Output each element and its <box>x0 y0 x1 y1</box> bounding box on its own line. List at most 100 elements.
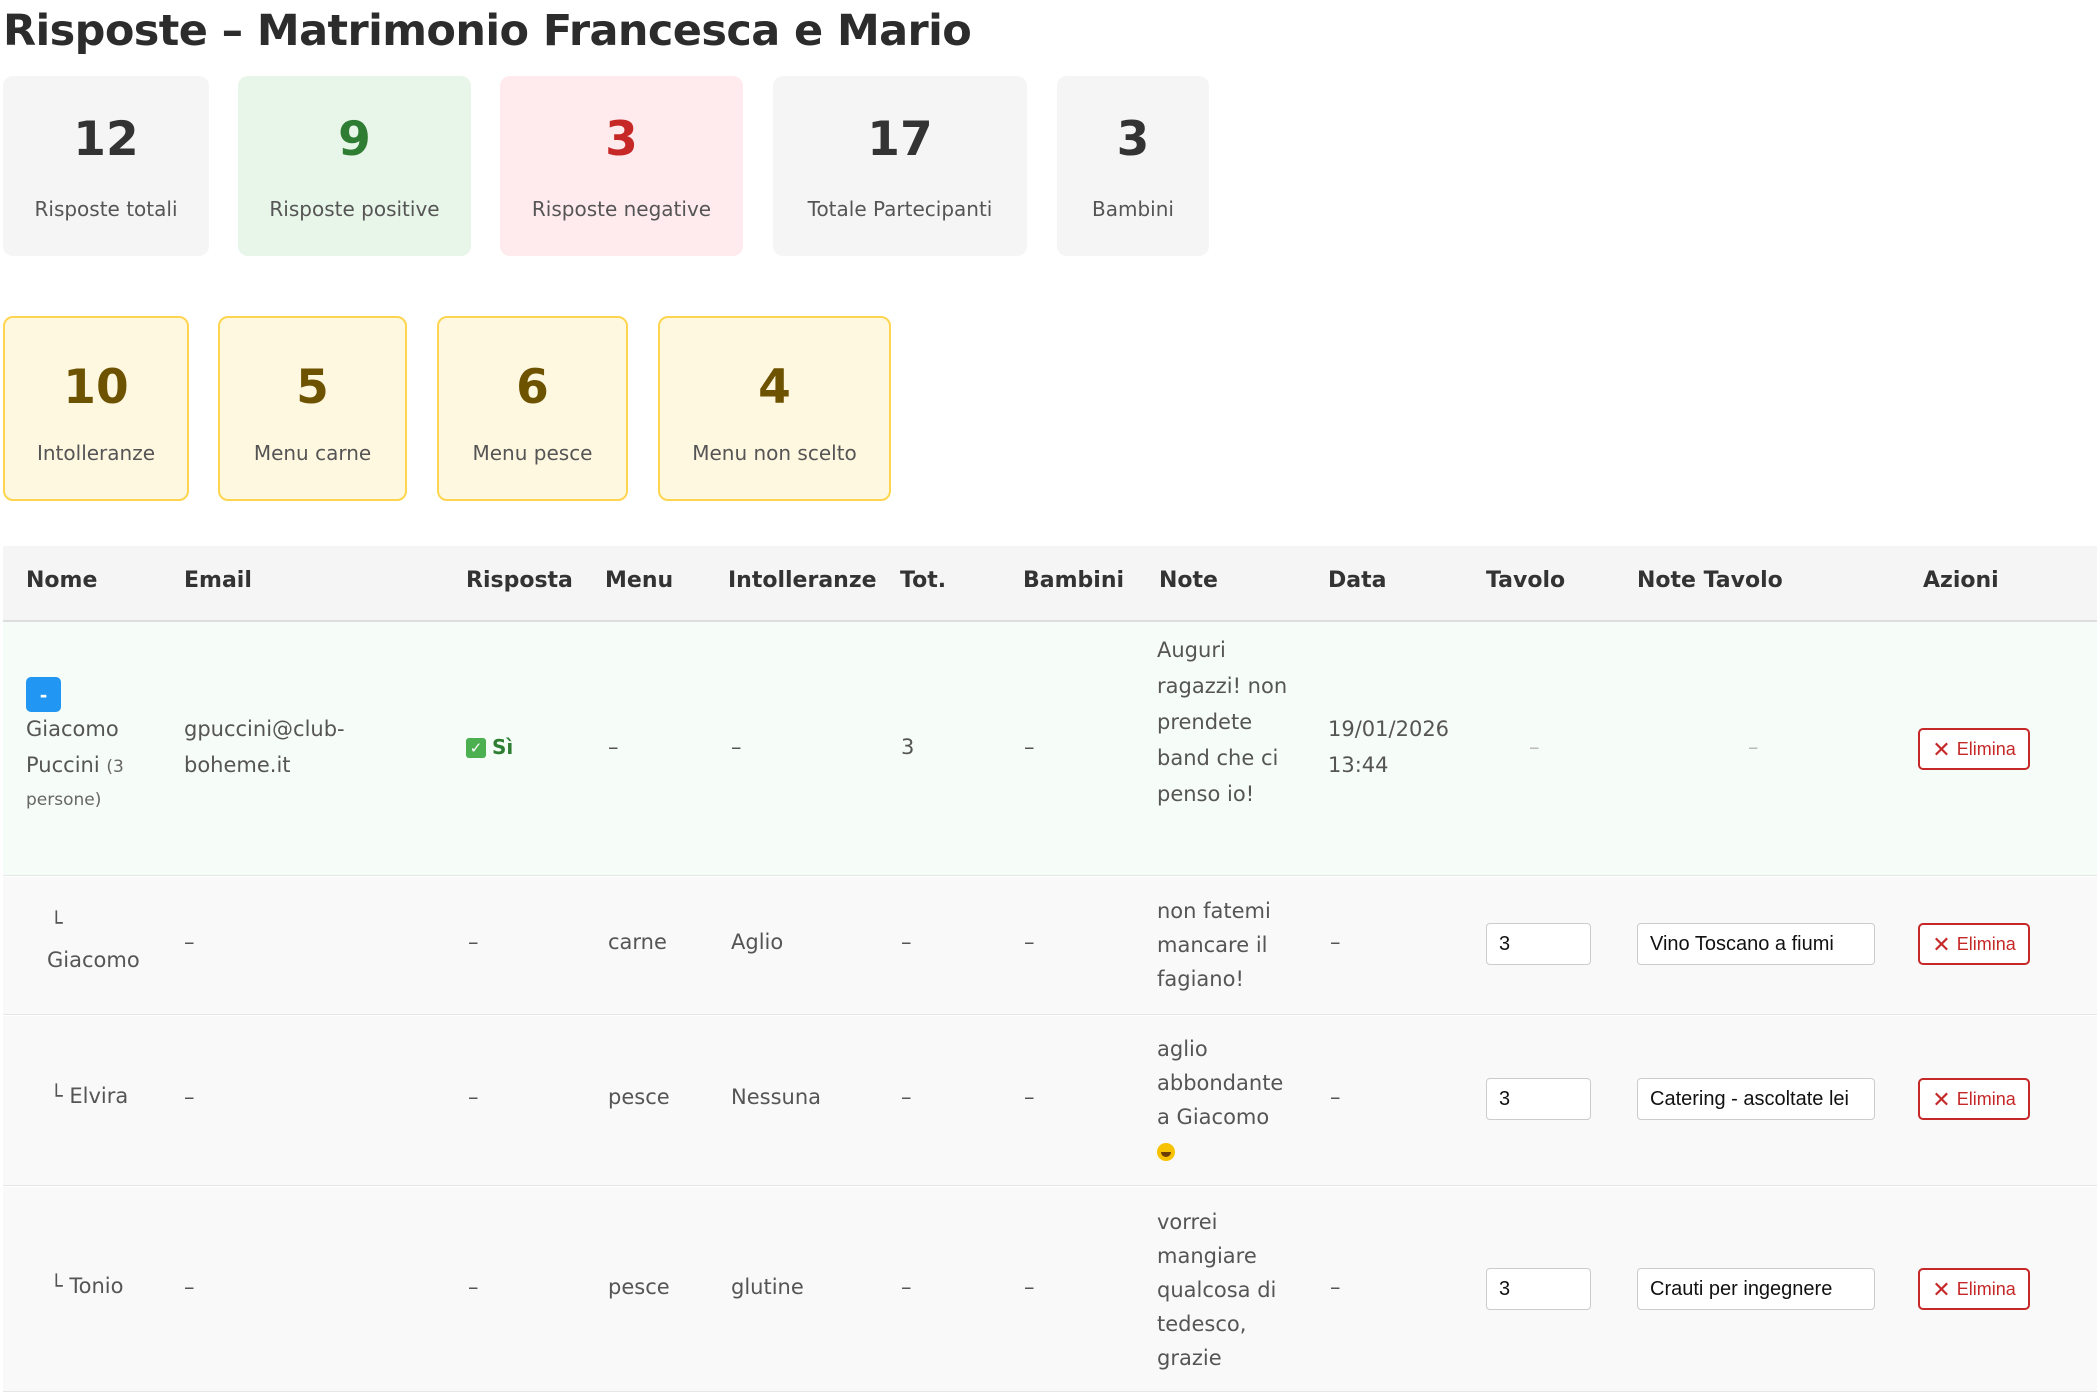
companion-name-cell: └ Tonio <box>50 1274 123 1298</box>
table-note-input[interactable] <box>1637 1078 1875 1120</box>
column-header-note: Note <box>1159 568 1218 593</box>
table-row-main-guest: - Giacomo Puccini (3 persone) gpuccini@c… <box>3 622 2097 876</box>
close-icon: ✕ <box>1932 1087 1951 1112</box>
delete-button[interactable]: ✕ Elimina <box>1918 728 2030 770</box>
delete-button[interactable]: ✕ Elimina <box>1918 1268 2030 1310</box>
table-note-input[interactable] <box>1637 1268 1875 1310</box>
companion-total: – <box>901 1085 912 1109</box>
menu-card-not-chosen: 4 Menu non scelto <box>658 316 891 501</box>
companion-intolerances: Aglio <box>731 930 784 954</box>
children-value: – <box>1024 735 1035 759</box>
companion-response: – <box>468 1275 479 1299</box>
guest-email-line2: boheme.it <box>184 753 291 777</box>
column-header-data: Data <box>1328 568 1387 593</box>
companion-date: – <box>1330 1275 1341 1299</box>
stat-label: Menu non scelto <box>692 441 857 465</box>
column-header-nome: Nome <box>26 568 98 593</box>
companion-menu: pesce <box>608 1275 670 1299</box>
persons-count-label: persone) <box>26 790 102 810</box>
table-note-value: – <box>1748 735 1759 759</box>
column-header-tavolo: Tavolo <box>1486 568 1566 593</box>
date-value: 19/01/2026 <box>1328 717 1450 741</box>
sub-row-prefix: └ <box>50 911 63 935</box>
stat-value: 4 <box>758 360 791 415</box>
menu-value: – <box>608 735 619 759</box>
companion-email: – <box>184 1085 195 1109</box>
stat-value: 6 <box>516 360 549 415</box>
stat-card-total-participants: 17 Totale Partecipanti <box>773 76 1027 256</box>
stat-value: 12 <box>73 112 139 167</box>
stat-value: 5 <box>296 360 329 415</box>
companion-children: – <box>1024 930 1035 954</box>
companion-intolerances: glutine <box>731 1275 804 1299</box>
stat-label: Risposte totali <box>34 197 178 221</box>
stat-label: Risposte positive <box>269 197 440 221</box>
companion-intolerances: Nessuna <box>731 1085 821 1109</box>
companion-menu: pesce <box>608 1085 670 1109</box>
intolerances-value: – <box>731 735 742 759</box>
note-value: Auguri ragazzi! non prendete band che ci… <box>1157 638 1288 806</box>
sub-row-prefix: └ <box>50 1274 63 1298</box>
table-value: – <box>1529 735 1540 759</box>
column-header-menu: Menu <box>605 568 674 593</box>
stat-card-negative-responses: 3 Risposte negative <box>500 76 743 256</box>
delete-label: Elimina <box>1956 1279 2016 1299</box>
menu-card-fish: 6 Menu pesce <box>437 316 628 501</box>
column-header-intolleranze: Intolleranze <box>728 568 877 593</box>
menu-card-meat: 5 Menu carne <box>218 316 407 501</box>
companion-children: – <box>1024 1085 1035 1109</box>
guest-email-line1: gpuccini@club- <box>184 717 345 741</box>
companion-name: Giacomo <box>47 948 140 972</box>
close-icon: ✕ <box>1932 932 1951 957</box>
table-number-input[interactable] <box>1486 1078 1591 1120</box>
table-number-input[interactable] <box>1486 1268 1591 1310</box>
menu-card-intolerances: 10 Intolleranze <box>3 316 189 501</box>
time-value: 13:44 <box>1328 753 1389 777</box>
table-header: Nome Email Risposta Menu Intolleranze To… <box>3 546 2097 622</box>
stat-value: 10 <box>63 360 129 415</box>
companion-total: – <box>901 1275 912 1299</box>
stat-card-positive-responses: 9 Risposte positive <box>238 76 471 256</box>
smiley-icon <box>1157 1143 1175 1161</box>
guest-last-name-line: Puccini (3 <box>26 753 124 777</box>
column-header-bambini: Bambini <box>1023 568 1125 593</box>
stat-card-total-responses: 12 Risposte totali <box>3 76 209 256</box>
stat-label: Risposte negative <box>531 197 712 221</box>
delete-button[interactable]: ✕ Elimina <box>1918 1078 2030 1120</box>
delete-label: Elimina <box>1956 1089 2016 1109</box>
companion-note: aglio abbondante a Giacomo <box>1157 1037 1284 1129</box>
stat-value: 3 <box>1116 112 1150 167</box>
companion-email: – <box>184 930 195 954</box>
stat-label: Intolleranze <box>36 441 156 465</box>
column-header-note-tavolo: Note Tavolo <box>1637 568 1783 593</box>
collapse-toggle-button[interactable]: - <box>26 677 61 712</box>
companion-note-cell: aglio abbondante a Giacomo <box>1157 1032 1297 1168</box>
companion-name: Tonio <box>69 1274 124 1298</box>
response-yes: Sì <box>492 735 514 759</box>
close-icon: ✕ <box>1932 1277 1951 1302</box>
table-row-companion: └ Tonio – – pesce glutine – – vorrei man… <box>3 1187 2097 1392</box>
delete-label: Elimina <box>1956 934 2016 954</box>
guest-first-name: Giacomo <box>26 717 119 741</box>
column-header-tot: Tot. <box>900 568 947 593</box>
stat-value: 3 <box>605 112 638 167</box>
companion-name-cell: └ Elvira <box>50 1084 128 1108</box>
table-note-input[interactable] <box>1637 923 1875 965</box>
delete-label: Elimina <box>1956 739 2016 759</box>
companion-date: – <box>1330 1085 1341 1109</box>
delete-button[interactable]: ✕ Elimina <box>1918 923 2030 965</box>
stat-label: Menu carne <box>253 441 372 465</box>
table-row-companion: └ Giacomo – – carne Aglio – – non fatemi… <box>3 877 2097 1015</box>
companion-children: – <box>1024 1275 1035 1299</box>
page-title: Risposte – Matrimonio Francesca e Mario <box>3 6 972 56</box>
column-header-email: Email <box>184 568 252 593</box>
stat-card-children: 3 Bambini <box>1057 76 1209 256</box>
guest-last-name: Puccini <box>26 753 100 777</box>
stat-value: 17 <box>867 112 933 167</box>
persons-count: (3 <box>106 757 124 777</box>
companion-menu: carne <box>608 930 667 954</box>
stat-label: Totale Partecipanti <box>807 197 993 221</box>
table-number-input[interactable] <box>1486 923 1591 965</box>
responses-table: Nome Email Risposta Menu Intolleranze To… <box>3 546 2100 1392</box>
check-icon: ✓ <box>466 738 486 758</box>
